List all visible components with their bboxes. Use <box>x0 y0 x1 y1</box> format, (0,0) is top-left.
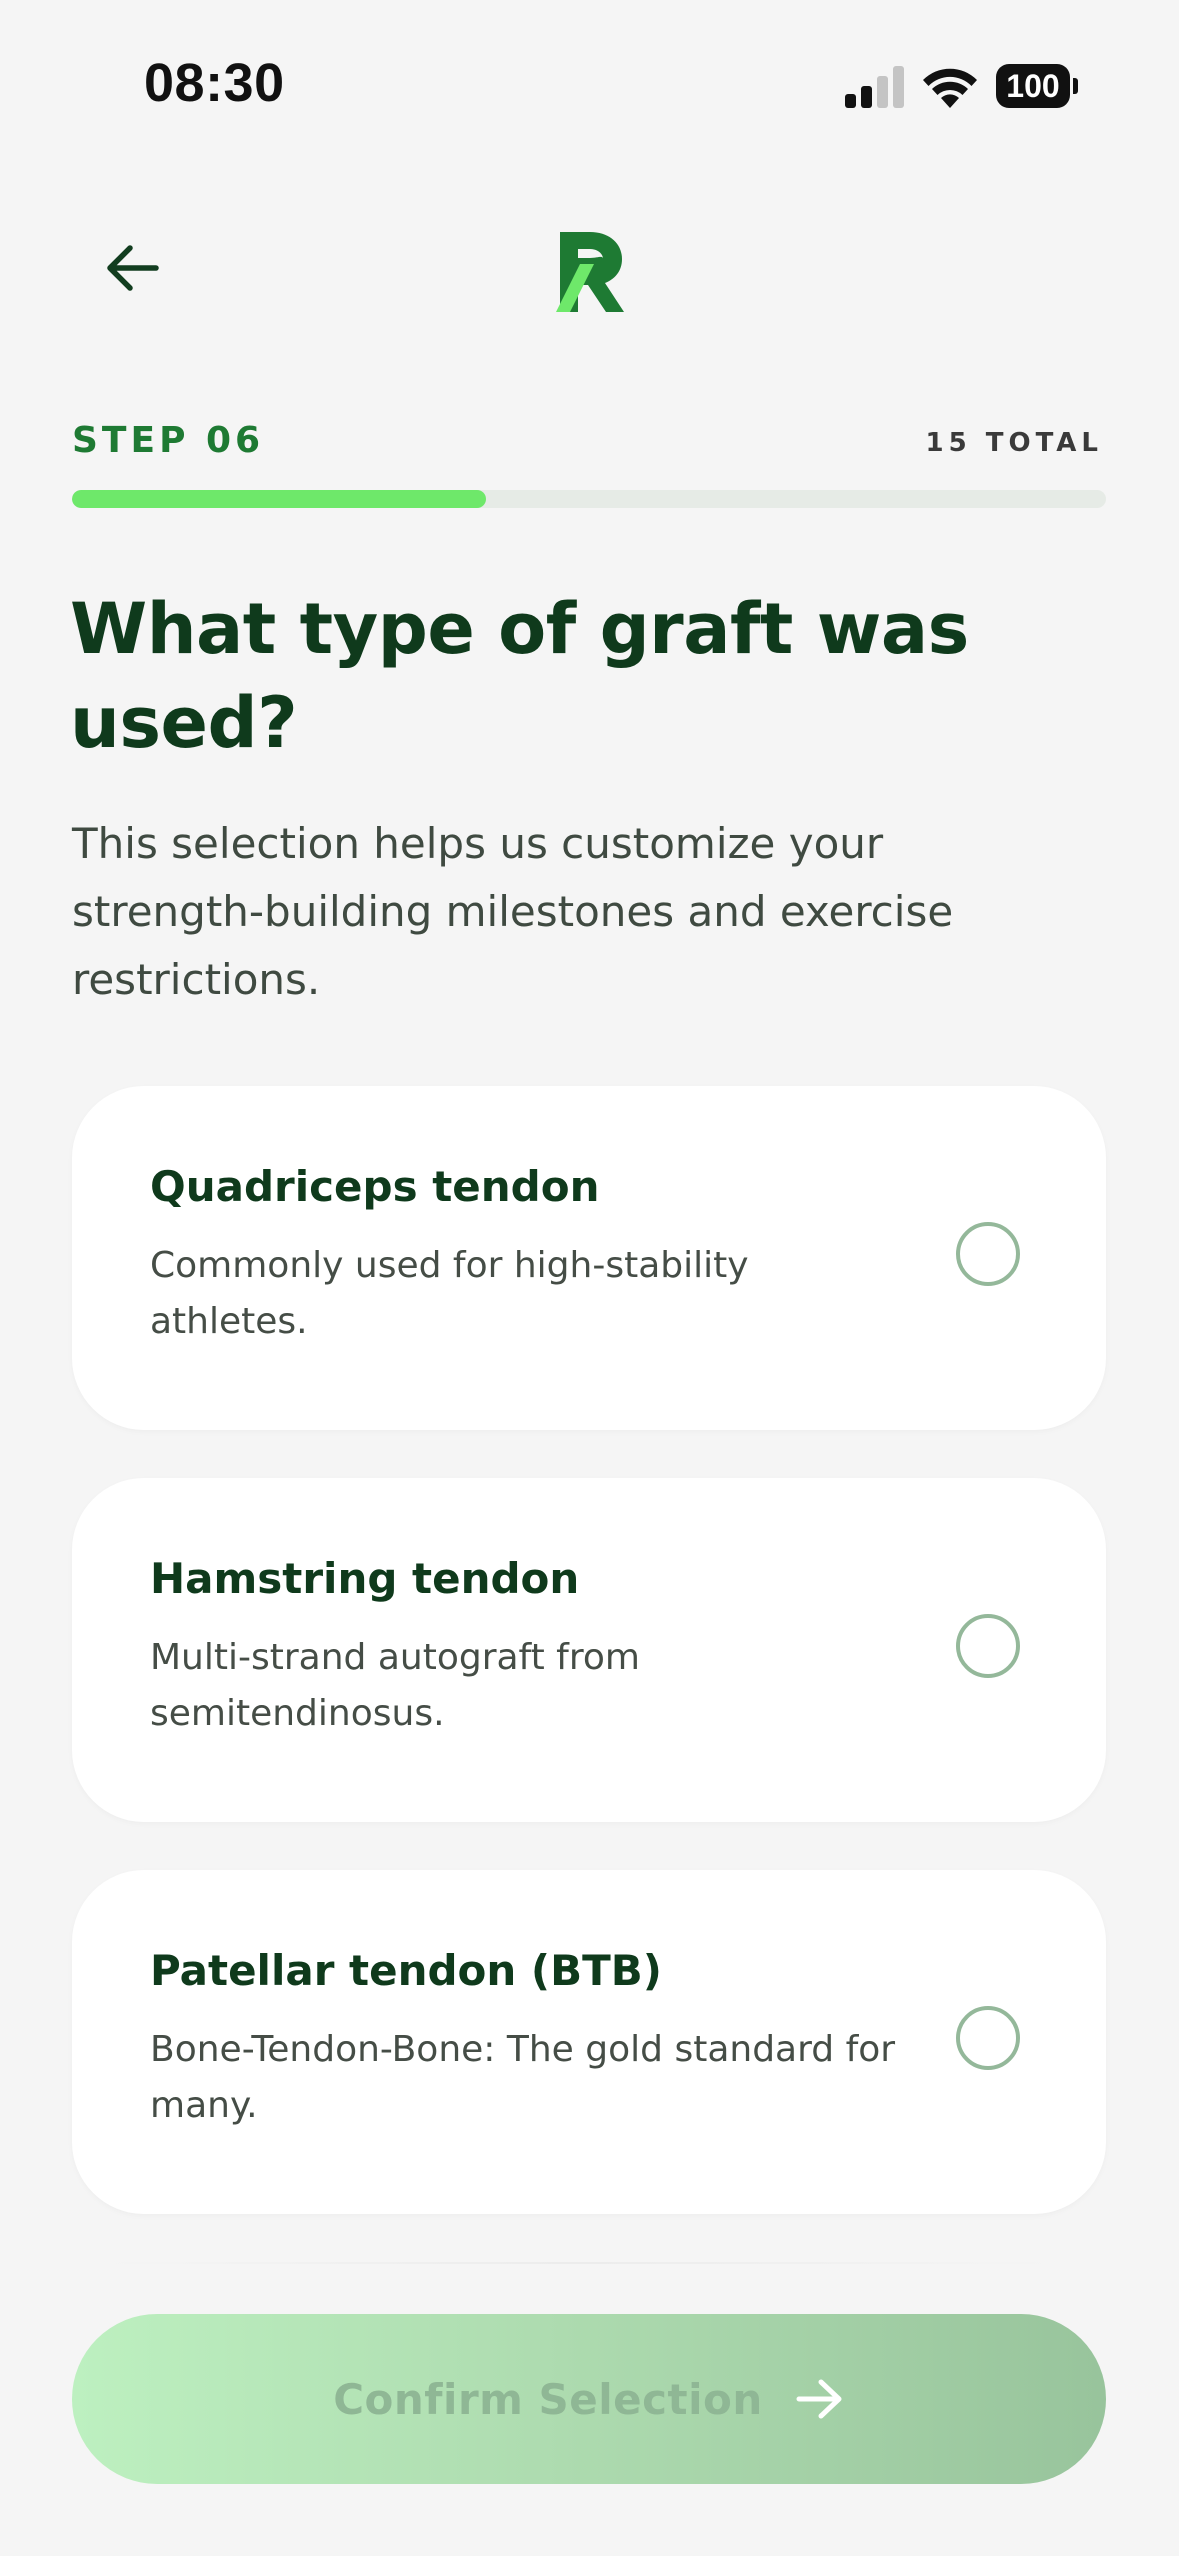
step-label: STEP 06 <box>72 420 265 461</box>
back-button[interactable] <box>96 232 168 304</box>
radio-button[interactable] <box>956 2006 1020 2070</box>
app-logo <box>556 232 624 312</box>
option-description: Multi-strand autograft from semitendinos… <box>150 1637 640 1734</box>
battery-icon: 100 <box>996 64 1078 108</box>
confirm-label: Confirm Selection <box>333 2374 763 2424</box>
option-title: Quadriceps tendon <box>150 1162 600 1211</box>
status-bar: 08:30 100 <box>0 0 1179 140</box>
status-time: 08:30 <box>144 53 285 113</box>
option-patellar-tendon[interactable]: Patellar tendon (BTB) Bone-Tendon-Bone: … <box>72 1870 1106 2214</box>
option-title: Patellar tendon (BTB) <box>150 1946 662 1995</box>
option-hamstring-tendon[interactable]: Hamstring tendon Multi-strand autograft … <box>72 1478 1106 1822</box>
progress-fill <box>72 490 486 508</box>
option-quadriceps-tendon[interactable]: Quadriceps tendon Commonly used for high… <box>72 1086 1106 1430</box>
wifi-icon <box>923 68 977 108</box>
radio-button[interactable] <box>956 1614 1020 1678</box>
page-title: What type of graft was used? <box>70 588 969 764</box>
step-total: 15 TOTAL <box>925 428 1103 458</box>
confirm-selection-button[interactable]: Confirm Selection <box>72 2314 1106 2484</box>
radio-button[interactable] <box>956 1222 1020 1286</box>
option-description: Commonly used for high-stability athlete… <box>150 1245 749 1342</box>
page-subtitle: This selection helps us customize your s… <box>72 819 954 1004</box>
cellular-signal-icon <box>845 66 904 108</box>
arrow-left-icon <box>107 245 159 291</box>
arrow-right-icon <box>796 2379 842 2419</box>
list-divider <box>100 2262 1058 2264</box>
progress-bar <box>72 490 1106 508</box>
option-description: Bone-Tendon-Bone: The gold standard for … <box>150 2029 896 2126</box>
battery-tip <box>1073 78 1078 94</box>
battery-level: 100 <box>996 64 1070 108</box>
option-title: Hamstring tendon <box>150 1554 580 1603</box>
